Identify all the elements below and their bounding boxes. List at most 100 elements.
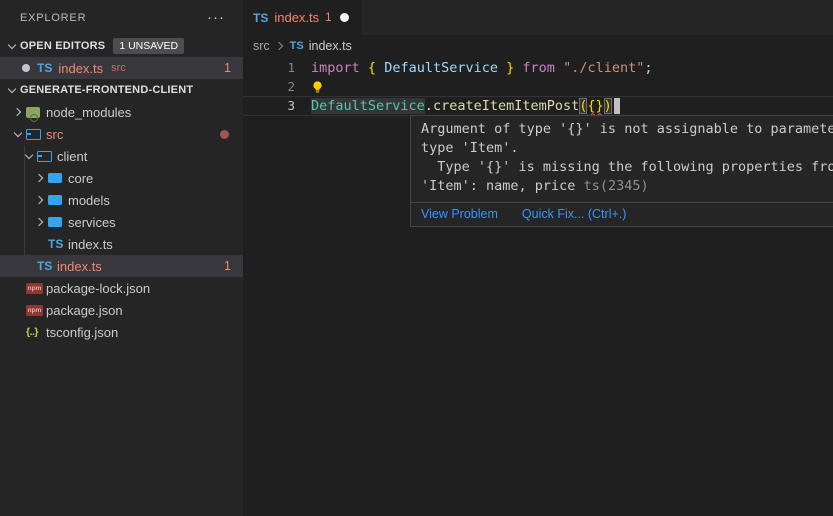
- tree-item-label: src: [46, 127, 63, 142]
- node-modules-folder-icon: [26, 107, 46, 118]
- typescript-icon: TS: [37, 61, 52, 75]
- open-folder-icon: [37, 151, 57, 162]
- npm-icon: npm: [26, 285, 46, 292]
- tab-label: index.ts: [274, 10, 319, 25]
- tree-item-label: services: [68, 215, 116, 230]
- tree-item-tsconfig.json[interactable]: {..}tsconfig.json: [0, 321, 243, 343]
- open-editor-path: src: [111, 62, 126, 74]
- chevron-down-icon: [21, 154, 37, 158]
- unsaved-badge: 1 UNSAVED: [113, 38, 184, 54]
- code-line-3[interactable]: 3DefaultService.createItemItemPost({}): [243, 96, 833, 115]
- error-message-line: Argument of type '{}' is not assignable …: [421, 120, 833, 139]
- code-line-1[interactable]: 1import { DefaultService } from "./clien…: [243, 58, 833, 77]
- line-number: 1: [243, 60, 311, 75]
- tree-item-label: core: [68, 171, 93, 186]
- breadcrumb: src TS index.ts: [243, 35, 833, 57]
- chevron-right-icon: [32, 197, 48, 203]
- npm-icon-text: npm: [26, 285, 43, 292]
- code-token: ;: [644, 60, 652, 76]
- tree-item-models[interactable]: models: [0, 189, 243, 211]
- tree-item-label: client: [57, 149, 87, 164]
- explorer-title: EXPLORER: [20, 12, 86, 24]
- chevron-down-icon: [10, 132, 26, 136]
- typescript-icon: TS: [48, 237, 68, 251]
- code-token: DefaultService: [311, 98, 425, 114]
- error-message-line: 'Item': name, price ts(2345): [421, 177, 833, 196]
- typescript-icon: TS: [253, 11, 268, 25]
- chevron-right-icon: [32, 219, 48, 225]
- tree-item-client[interactable]: client: [0, 145, 243, 167]
- error-tooltip: Argument of type '{}' is not assignable …: [410, 115, 833, 227]
- code-token: [514, 60, 522, 76]
- chevron-right-icon: [272, 43, 288, 49]
- editor-group: TS index.ts 1 src TS index.ts 1import { …: [243, 0, 833, 516]
- code-token: .: [425, 98, 433, 114]
- tree-item-label: node_modules: [46, 105, 131, 120]
- code-token: from: [522, 60, 555, 76]
- modified-dot-icon: [22, 64, 30, 72]
- explorer-sidebar: EXPLORER ··· OPEN EDITORS 1 UNSAVED TS i…: [0, 0, 243, 516]
- typescript-icon: TS: [290, 40, 304, 52]
- code-line-2[interactable]: 2: [243, 77, 833, 96]
- code-token: createItemItemPost: [433, 98, 579, 114]
- unsaved-dot-icon[interactable]: [340, 13, 349, 22]
- tree-item-package-lock.json[interactable]: npmpackage-lock.json: [0, 277, 243, 299]
- error-message-line: Type '{}' is missing the following prope…: [421, 158, 833, 177]
- tree-item-core[interactable]: core: [0, 167, 243, 189]
- tree-item-package.json[interactable]: npmpackage.json: [0, 299, 243, 321]
- sidebar-header: EXPLORER ···: [0, 0, 243, 35]
- tree-item-label: package.json: [46, 303, 123, 318]
- quick-fix-link[interactable]: Quick Fix... (Ctrl+.): [522, 207, 627, 221]
- code-token: {}: [587, 98, 603, 114]
- code-token: import: [311, 60, 360, 76]
- code-token: [555, 60, 563, 76]
- view-problem-link[interactable]: View Problem: [421, 207, 498, 221]
- tree-item-index.ts[interactable]: TSindex.ts: [0, 233, 243, 255]
- modified-folder-dot-icon: [220, 130, 229, 139]
- vscode-window: EXPLORER ··· OPEN EDITORS 1 UNSAVED TS i…: [0, 0, 833, 516]
- tooltip-actions: View Problem Quick Fix... (Ctrl+.): [411, 202, 833, 226]
- chevron-right-icon: [32, 175, 48, 181]
- error-message-line: type 'Item'.: [421, 139, 833, 158]
- project-name: GENERATE-FRONTEND-CLIENT: [20, 84, 193, 96]
- tree-item-index.ts[interactable]: TSindex.ts1: [0, 255, 243, 277]
- tree-item-label: index.ts: [68, 237, 113, 252]
- open-folder-icon: [26, 129, 46, 140]
- line-number: 2: [243, 79, 311, 94]
- tree-item-label: package-lock.json: [46, 281, 150, 296]
- npm-icon: npm: [26, 307, 46, 314]
- code-token: [376, 60, 384, 76]
- open-editors-header[interactable]: OPEN EDITORS 1 UNSAVED: [0, 35, 243, 57]
- chevron-right-icon: [10, 109, 26, 115]
- code-token: [498, 60, 506, 76]
- text-cursor: [614, 98, 620, 114]
- code-token: {: [368, 60, 376, 76]
- code-editor[interactable]: 1import { DefaultService } from "./clien…: [243, 57, 833, 516]
- lightbulb-icon[interactable]: [311, 79, 325, 94]
- code-token: "./client": [563, 60, 644, 76]
- tab-error-count: 1: [325, 12, 331, 24]
- tree-item-node_modules[interactable]: node_modules: [0, 101, 243, 123]
- project-section-header[interactable]: GENERATE-FRONTEND-CLIENT: [0, 79, 243, 101]
- code-token: DefaultService: [384, 60, 498, 76]
- tree-item-label: index.ts: [57, 259, 102, 274]
- json-braces-icon: {..}: [26, 326, 46, 338]
- breadcrumb-folder[interactable]: src: [253, 39, 270, 53]
- file-tree: node_modulessrcclientcoremodelsservicesT…: [0, 101, 243, 343]
- tree-item-label: tsconfig.json: [46, 325, 118, 340]
- error-count-badge: 1: [224, 61, 243, 75]
- line-number: 3: [243, 98, 311, 113]
- breadcrumb-file[interactable]: index.ts: [309, 39, 352, 53]
- open-editor-item-index-ts[interactable]: TS index.ts src 1: [0, 57, 243, 79]
- tree-item-services[interactable]: services: [0, 211, 243, 233]
- code-lines: 1import { DefaultService } from "./clien…: [243, 57, 833, 115]
- tab-index-ts[interactable]: TS index.ts 1: [243, 0, 361, 35]
- npm-icon-text: npm: [26, 307, 43, 314]
- tree-item-src[interactable]: src: [0, 123, 243, 145]
- code-token: [360, 60, 368, 76]
- code-token: ): [604, 98, 612, 114]
- more-actions-icon[interactable]: ···: [207, 13, 225, 23]
- code-token: (: [579, 98, 587, 114]
- open-editor-filename: index.ts: [58, 61, 103, 76]
- tab-bar: TS index.ts 1: [243, 0, 833, 35]
